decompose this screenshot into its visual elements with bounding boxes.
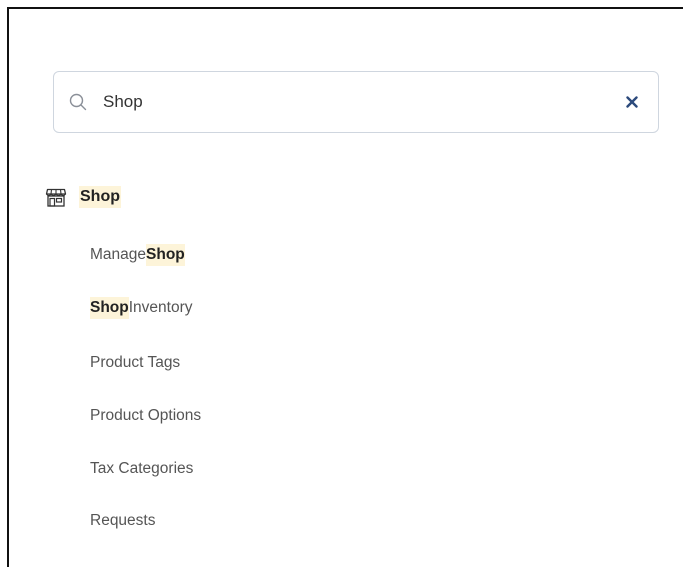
menu-item-label: Tax Categories bbox=[90, 460, 194, 477]
menu-item-label-suffix: Inventory bbox=[128, 299, 193, 316]
store-icon bbox=[45, 186, 67, 208]
menu-item-product-options[interactable]: Product Options bbox=[90, 403, 201, 429]
search-match-highlight: Shop bbox=[146, 244, 185, 266]
menu-item-requests[interactable]: Requests bbox=[90, 508, 155, 534]
search-match-highlight: Shop bbox=[90, 297, 129, 319]
clear-search-button[interactable] bbox=[620, 90, 644, 114]
search-icon bbox=[69, 92, 89, 112]
navigation-panel: Shop ManageShop ShopInventory Product Ta… bbox=[7, 7, 683, 567]
menu-item-label-prefix: Manage bbox=[90, 246, 147, 263]
search-box[interactable] bbox=[53, 71, 659, 133]
menu-item-product-tags[interactable]: Product Tags bbox=[90, 350, 180, 376]
menu-item-label: Requests bbox=[90, 512, 156, 529]
menu-item-tax-categories[interactable]: Tax Categories bbox=[90, 456, 193, 482]
search-input[interactable] bbox=[103, 92, 620, 112]
close-icon bbox=[626, 96, 638, 108]
menu-item-label: Product Tags bbox=[90, 354, 181, 371]
menu-item-manage-shop[interactable]: Manage Shop bbox=[90, 242, 185, 268]
menu-item-shop-inventory[interactable]: Shop Inventory bbox=[90, 295, 193, 321]
menu-group-shop[interactable]: Shop bbox=[45, 181, 121, 213]
menu-group-title: Shop bbox=[79, 186, 121, 208]
menu-item-label: Product Options bbox=[90, 407, 202, 424]
